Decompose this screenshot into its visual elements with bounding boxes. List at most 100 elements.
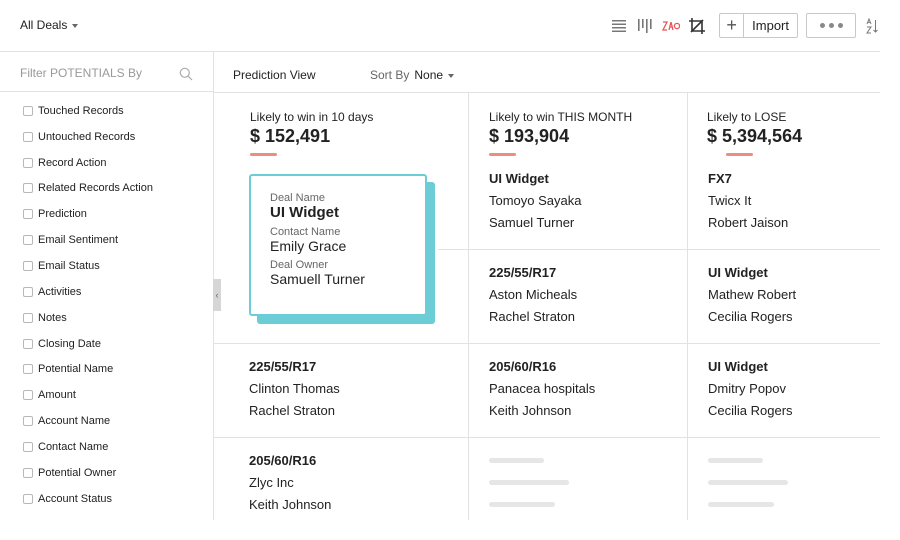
deal-name: UI Widget <box>708 265 768 280</box>
filter-option-label: Contact Name <box>38 440 109 453</box>
filter-option-label: Email Sentiment <box>38 234 119 247</box>
row-divider <box>214 437 880 438</box>
crop-icon[interactable] <box>685 14 709 38</box>
filter-option-label: Prediction <box>38 208 87 221</box>
top-bar: All Deals + Import <box>0 0 880 52</box>
filter-checkbox[interactable] <box>23 312 33 323</box>
deal-name: 205/60/R16 <box>249 453 317 468</box>
filter-checkbox[interactable] <box>23 338 33 349</box>
deal-name: 225/55/R17 <box>489 265 557 280</box>
deal-card[interactable]: 225/55/R17 Clinton Thomas Rachel Straton <box>249 359 340 425</box>
deal-name: UI Widget <box>708 359 768 374</box>
filter-header <box>0 52 213 92</box>
deal-card[interactable]: 205/60/R16 Panacea hospitals Keith Johns… <box>489 359 595 425</box>
chevron-down-icon <box>72 23 79 28</box>
more-icon[interactable] <box>806 13 856 38</box>
dragged-deal-card[interactable]: Deal Name UI Widget Contact Name Emily G… <box>249 174 439 326</box>
filter-checkbox[interactable] <box>23 286 33 297</box>
prediction-view-tab[interactable]: Prediction View <box>233 68 316 82</box>
deal-card[interactable]: UI Widget Tomoyo Sayaka Samuel Turner <box>489 171 582 237</box>
deal-card[interactable]: 225/55/R17 Aston Micheals Rachel Straton <box>489 265 577 331</box>
filter-checkbox[interactable] <box>23 183 33 194</box>
filter-checkbox[interactable] <box>23 209 33 220</box>
filter-checkbox[interactable] <box>23 441 33 452</box>
filter-option[interactable]: Record Action <box>23 150 153 176</box>
filter-option[interactable]: Amount <box>23 382 153 408</box>
kanban-view-icon[interactable] <box>633 14 657 38</box>
filter-checkbox[interactable] <box>23 493 33 504</box>
filter-search-input[interactable] <box>20 66 170 80</box>
deal-owner: Robert Jaison <box>708 215 789 230</box>
filter-checkbox[interactable] <box>23 260 33 271</box>
contact-name: Emily Grace <box>270 238 347 254</box>
import-button[interactable]: Import <box>744 14 797 37</box>
deal-name: UI Widget <box>489 171 549 186</box>
list-view-icon[interactable] <box>607 14 631 38</box>
filter-checkbox[interactable] <box>23 416 33 427</box>
chart-view-icon[interactable] <box>659 14 683 38</box>
filter-option-label: Amount <box>38 389 76 402</box>
filter-checkbox[interactable] <box>23 390 33 401</box>
deal-owner: Rachel Straton <box>249 403 335 418</box>
filter-checkbox[interactable] <box>23 131 33 142</box>
deal-card[interactable]: UI Widget Dmitry Popov Cecilia Rogers <box>708 359 793 425</box>
filter-option[interactable]: Untouched Records <box>23 124 153 150</box>
row-divider <box>438 249 880 250</box>
deal-name: 225/55/R17 <box>249 359 317 374</box>
contact-name: Dmitry Popov <box>708 381 787 396</box>
sort-az-icon[interactable] <box>864 14 880 38</box>
sort-by-dropdown[interactable]: Sort By None <box>370 68 455 82</box>
filter-option-label: Potential Owner <box>38 466 117 479</box>
filter-option-label: Touched Records <box>38 104 124 117</box>
filter-option[interactable]: Prediction <box>23 201 153 227</box>
filter-option[interactable]: Closing Date <box>23 331 153 357</box>
view-selector[interactable]: All Deals <box>20 18 79 32</box>
board-subheader: Prediction View Sort By None <box>214 52 880 93</box>
filter-checkbox[interactable] <box>23 467 33 478</box>
column-accent-bar <box>726 153 753 156</box>
column-title: Likely to win in 10 days <box>250 110 374 124</box>
deal-owner: Keith Johnson <box>489 403 572 418</box>
dragged-card-body[interactable]: Deal Name UI Widget Contact Name Emily G… <box>249 174 427 316</box>
deal-card[interactable]: 205/60/R16 Zlyc Inc Keith Johnson <box>249 453 331 519</box>
contact-name: Panacea hospitals <box>489 381 596 396</box>
column-accent-bar <box>489 153 516 156</box>
search-icon[interactable] <box>179 67 193 81</box>
filter-checkbox[interactable] <box>23 157 33 168</box>
filter-checkbox[interactable] <box>23 364 33 375</box>
filter-option[interactable]: Account Status <box>23 486 153 512</box>
filter-option[interactable]: Account Name <box>23 408 153 434</box>
filter-list: Touched Records Untouched Records Record A… <box>23 98 153 512</box>
deal-owner: Rachel Straton <box>489 309 575 324</box>
deal-owner-label: Deal Owner <box>270 259 329 271</box>
filter-checkbox[interactable] <box>23 235 33 246</box>
filter-option-label: Notes <box>38 311 67 324</box>
filter-option[interactable]: Notes <box>23 305 153 331</box>
filter-option[interactable]: Email Status <box>23 253 153 279</box>
filter-option-label: Account Status <box>38 492 112 505</box>
column-amount: $ 152,491 <box>250 126 331 146</box>
filter-option[interactable]: Touched Records <box>23 98 153 124</box>
column-amount: $ 5,394,564 <box>707 126 803 146</box>
deal-name: UI Widget <box>270 204 340 221</box>
filter-option[interactable]: Potential Owner <box>23 460 153 486</box>
column-header-1: Likely to win THIS MONTH $ 193,904 <box>489 110 632 156</box>
import-button-group: + Import <box>719 13 798 38</box>
filter-option[interactable]: Potential Name <box>23 356 153 382</box>
contact-name: Zlyc Inc <box>249 475 294 490</box>
chevron-down-icon <box>448 73 455 78</box>
deal-card[interactable]: UI Widget Mathew Robert Cecilia Rogers <box>708 265 796 331</box>
filter-option[interactable]: Related Records Action <box>23 176 153 202</box>
deal-owner: Keith Johnson <box>249 497 332 512</box>
loading-placeholder <box>708 458 763 463</box>
filter-option[interactable]: Email Sentiment <box>23 227 153 253</box>
filter-checkbox[interactable] <box>23 105 33 116</box>
column-amount: $ 193,904 <box>489 126 570 146</box>
contact-name: Tomoyo Sayaka <box>489 193 582 208</box>
deal-card[interactable]: FX7 Twicx It Robert Jaison <box>708 171 788 237</box>
plus-icon[interactable]: + <box>720 14 745 37</box>
filter-option[interactable]: Activities <box>23 279 153 305</box>
contact-name-label: Contact Name <box>270 226 341 238</box>
loading-placeholder <box>708 502 774 507</box>
filter-option[interactable]: Contact Name <box>23 434 153 460</box>
